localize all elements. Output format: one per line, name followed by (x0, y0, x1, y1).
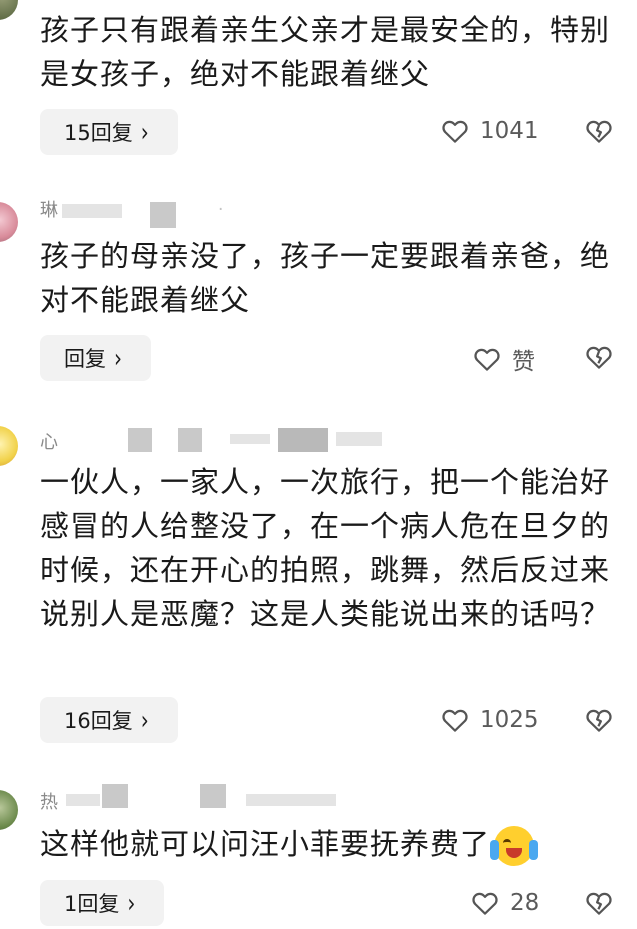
heart-outline-icon (474, 348, 500, 371)
reply-label: 回复 (64, 347, 106, 371)
reply-button[interactable]: 15回复 › (40, 109, 178, 155)
heart-outline-icon (442, 709, 468, 732)
reply-button[interactable]: 1回复 › (40, 880, 164, 926)
reply-label: 15回复 (64, 121, 133, 145)
like-button[interactable]: 1025 (440, 705, 539, 735)
redacted-username (66, 794, 100, 806)
redacted-username (128, 428, 152, 452)
broken-heart-icon[interactable] (584, 888, 614, 918)
username[interactable]: 琳 (40, 196, 59, 222)
reply-label: 16回复 (64, 709, 133, 733)
like-count: 1041 (480, 118, 539, 144)
redacted-username (200, 784, 226, 808)
broken-heart-icon[interactable] (584, 342, 614, 372)
reply-label: 1回复 (64, 892, 120, 916)
crying-laughing-emoji (490, 826, 539, 866)
comment-text: 孩子只有跟着亲生父亲才是最安全的，特别是女孩子，绝对不能跟着继父 (40, 13, 611, 91)
comment-text: 孩子的母亲没了，孩子一定要跟着亲爸，绝对不能跟着继父 (40, 239, 611, 317)
redacted-username (150, 202, 176, 228)
heart-outline-icon (472, 892, 498, 915)
redacted-username (102, 784, 128, 808)
redacted-username (278, 428, 328, 452)
reply-button[interactable]: 16回复 › (40, 697, 178, 743)
chevron-right-icon: › (114, 342, 122, 374)
broken-heart-icon[interactable] (584, 116, 614, 146)
comment-4: 热 这样他就可以问汪小菲要抚养费了 1回复 › 28 (0, 770, 637, 929)
redacted-username (246, 794, 336, 806)
user-avatar[interactable] (0, 0, 18, 20)
user-avatar[interactable] (0, 790, 18, 830)
comment-text: 一伙人，一家人，一次旅行，把一个能治好感冒的人给整没了，在一个病人危在旦夕的时候… (40, 465, 611, 631)
chevron-right-icon: › (127, 887, 136, 919)
broken-heart-icon[interactable] (584, 705, 614, 735)
heart-outline-icon (442, 120, 468, 143)
like-button[interactable]: 赞 (472, 342, 535, 376)
comment-3: 心 一伙人，一家人，一次旅行，把一个能治好感冒的人给整没了，在一个病人危在旦夕的… (0, 410, 637, 765)
comment-2: 琳 · 孩子的母亲没了，孩子一定要跟着亲爸，绝对不能跟着继父 回复 › 赞 (0, 180, 637, 395)
user-avatar[interactable] (0, 202, 18, 242)
username-fragment: · (218, 200, 224, 220)
reply-button[interactable]: 回复 › (40, 335, 151, 381)
redacted-username (230, 434, 270, 444)
like-count: 28 (510, 890, 540, 916)
redacted-username (336, 432, 382, 446)
like-count: 1025 (480, 707, 539, 733)
redacted-username (178, 428, 202, 452)
user-avatar[interactable] (0, 426, 18, 466)
chevron-right-icon: › (140, 116, 149, 148)
like-button[interactable]: 28 (470, 888, 539, 918)
username[interactable]: 热 (40, 788, 59, 814)
like-count: 赞 (512, 349, 535, 375)
comment-text: 这样他就可以问汪小菲要抚养费了 (40, 822, 630, 866)
username[interactable]: 心 (40, 428, 59, 454)
chevron-right-icon: › (140, 704, 149, 736)
like-button[interactable]: 1041 (440, 116, 539, 146)
comment-text-content: 这样他就可以问汪小菲要抚养费了 (40, 827, 491, 861)
comment-1: 孩子只有跟着亲生父亲才是最安全的，特别是女孩子，绝对不能跟着继父 15回复 › … (0, 0, 637, 170)
redacted-username (62, 204, 122, 218)
